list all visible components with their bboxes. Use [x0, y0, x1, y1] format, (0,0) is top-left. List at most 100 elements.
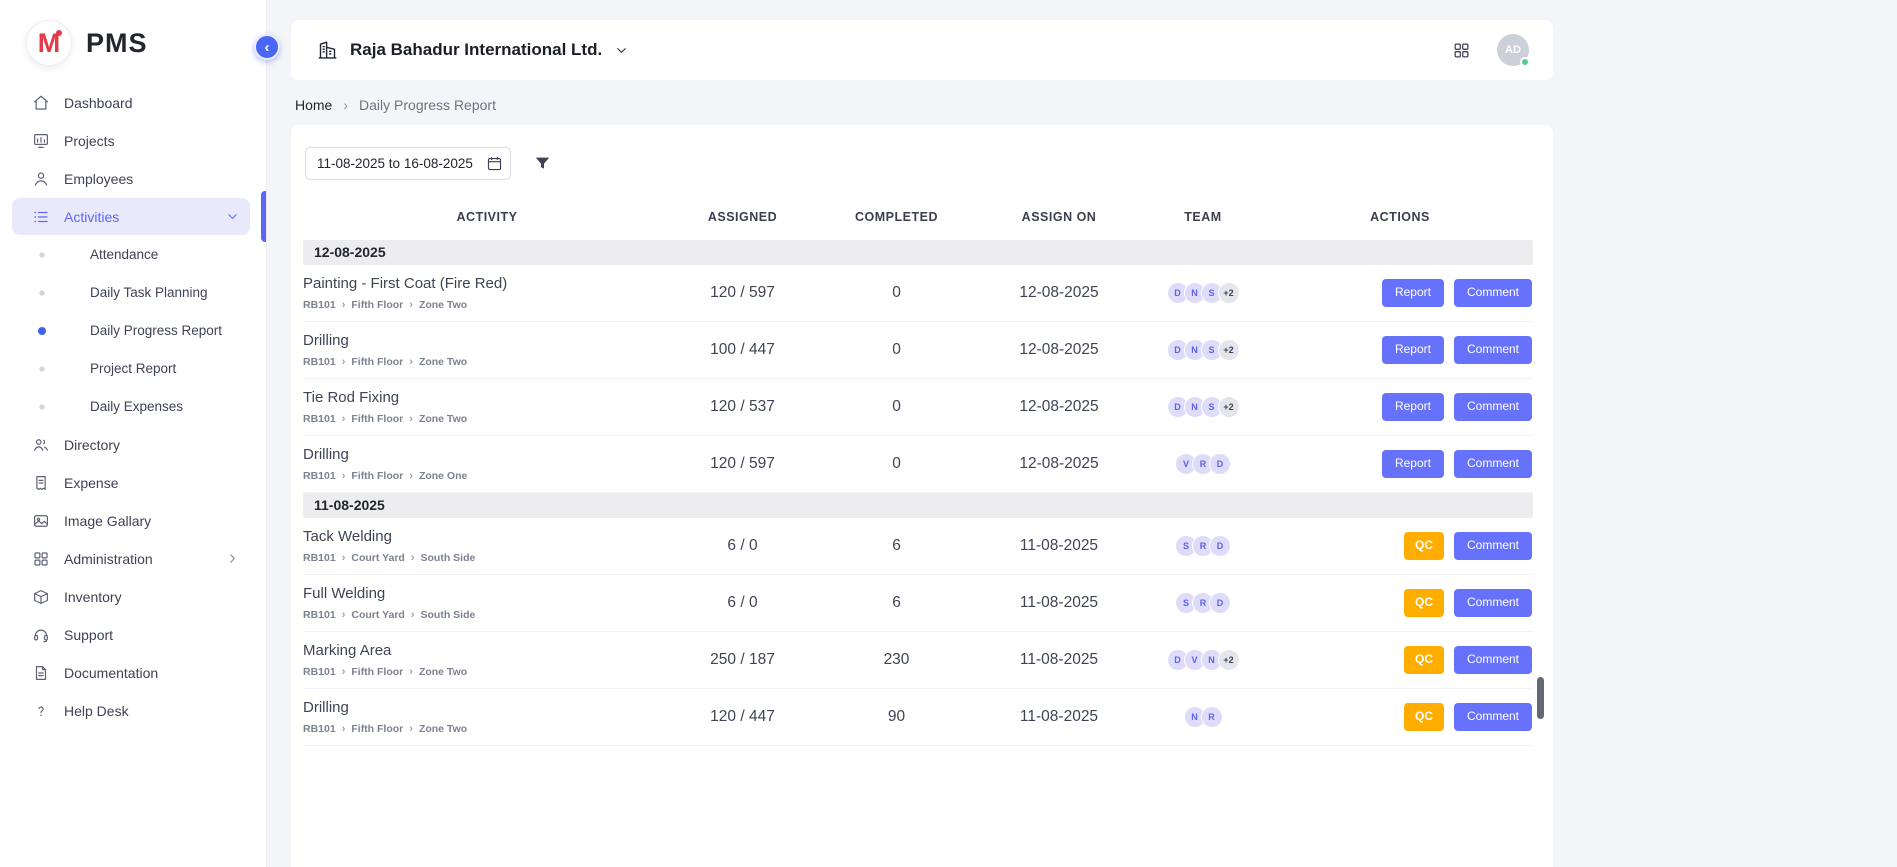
sidebar-subitem-daily-task-planning[interactable]: Daily Task Planning — [12, 274, 250, 311]
qc-button[interactable]: QC — [1404, 646, 1444, 674]
home-icon — [32, 94, 50, 112]
chevron-right-icon: › — [342, 414, 346, 425]
sidebar-subitem-attendance[interactable]: Attendance — [12, 236, 250, 273]
table-row: Tack Welding RB101›Court Yard›South Side… — [303, 518, 1533, 575]
team-avatars: DNS+2 — [1139, 339, 1267, 361]
sidebar-item-label: Dashboard — [64, 95, 133, 111]
row-actions: Report Comment — [1267, 450, 1533, 478]
activity-path: RB101›Fifth Floor›Zone One — [303, 470, 671, 482]
team-avatar: D — [1209, 535, 1231, 557]
app-name: PMS — [86, 28, 148, 59]
user-avatar[interactable]: AD — [1497, 34, 1529, 66]
sidebar-item-administration[interactable]: Administration — [12, 540, 250, 577]
path-segment: RB101 — [303, 666, 336, 678]
sidebar-item-inventory[interactable]: Inventory — [12, 578, 250, 615]
sidebar-item-label: Administration — [64, 551, 153, 567]
sidebar-item-directory[interactable]: Directory — [12, 426, 250, 463]
date-range-input[interactable] — [305, 147, 511, 180]
path-segment: Zone Two — [419, 413, 467, 425]
sidebar-subitem-project-report[interactable]: Project Report — [12, 350, 250, 387]
apps-grid-icon[interactable] — [1452, 41, 1471, 60]
assigned-value: 120 / 447 — [671, 708, 814, 726]
projects-icon — [32, 132, 50, 150]
date-group-row: 12-08-2025 — [303, 240, 1533, 265]
path-segment: Court Yard — [351, 552, 404, 564]
comment-button[interactable]: Comment — [1454, 279, 1532, 307]
breadcrumb-home[interactable]: Home — [295, 97, 332, 113]
chevron-right-icon: › — [409, 724, 413, 735]
path-segment: RB101 — [303, 609, 336, 621]
report-button[interactable]: Report — [1382, 279, 1444, 307]
assign-on-value: 12-08-2025 — [979, 455, 1139, 473]
sidebar-item-label: Image Gallary — [64, 513, 151, 529]
comment-button[interactable]: Comment — [1454, 450, 1532, 478]
comment-button[interactable]: Comment — [1454, 532, 1532, 560]
sidebar-item-label: Support — [64, 627, 113, 643]
path-segment: Court Yard — [351, 609, 404, 621]
inventory-icon — [32, 588, 50, 606]
column-header-assigned: ASSIGNED — [671, 210, 814, 224]
sidebar-item-documentation[interactable]: Documentation — [12, 654, 250, 691]
column-header-assign-on: ASSIGN ON — [979, 210, 1139, 224]
sidebar-item-dashboard[interactable]: Dashboard — [12, 84, 250, 121]
table-row: Marking Area RB101›Fifth Floor›Zone Two … — [303, 632, 1533, 689]
team-avatar: D — [1209, 592, 1231, 614]
bullet-icon — [39, 290, 44, 295]
bullet-icon — [39, 366, 44, 371]
sidebar-subitem-daily-progress-report[interactable]: Daily Progress Report — [12, 312, 250, 349]
gallery-icon — [32, 512, 50, 530]
report-button[interactable]: Report — [1382, 393, 1444, 421]
calendar-icon[interactable] — [486, 155, 503, 172]
report-button[interactable]: Report — [1382, 450, 1444, 478]
sidebar-item-activities[interactable]: Activities — [12, 198, 250, 235]
qc-button[interactable]: QC — [1404, 589, 1444, 617]
sidebar-item-expense[interactable]: Expense — [12, 464, 250, 501]
assigned-value: 100 / 447 — [671, 341, 814, 359]
activity-cell: Drilling RB101›Fifth Floor›Zone Two — [303, 332, 671, 368]
row-actions: QC Comment — [1267, 532, 1533, 560]
qc-button[interactable]: QC — [1404, 703, 1444, 731]
sidebar-item-employees[interactable]: Employees — [12, 160, 250, 197]
activity-path: RB101›Court Yard›South Side — [303, 609, 671, 621]
chevron-right-icon: › — [342, 300, 346, 311]
activities-icon — [32, 208, 50, 226]
path-segment: South Side — [421, 609, 476, 621]
chevron-right-icon: › — [409, 414, 413, 425]
filter-icon[interactable] — [533, 154, 552, 173]
comment-button[interactable]: Comment — [1454, 336, 1532, 364]
report-button[interactable]: Report — [1382, 336, 1444, 364]
path-segment: Fifth Floor — [351, 299, 403, 311]
online-status-dot — [1520, 57, 1530, 67]
comment-button[interactable]: Comment — [1454, 393, 1532, 421]
sidebar-item-support[interactable]: Support — [12, 616, 250, 653]
completed-value: 0 — [814, 341, 979, 359]
company-selector[interactable]: Raja Bahadur International Ltd. — [317, 40, 629, 61]
row-actions: Report Comment — [1267, 393, 1533, 421]
chevron-right-icon: › — [411, 610, 415, 621]
comment-button[interactable]: Comment — [1454, 703, 1532, 731]
sidebar-item-projects[interactable]: Projects — [12, 122, 250, 159]
help-icon — [32, 702, 50, 720]
sidebar-item-label: Employees — [64, 171, 133, 187]
path-segment: RB101 — [303, 470, 336, 482]
activity-name: Drilling — [303, 332, 671, 349]
comment-button[interactable]: Comment — [1454, 646, 1532, 674]
sidebar-collapse-button[interactable]: ‹ — [254, 34, 280, 60]
filter-row — [305, 147, 1533, 180]
sidebar-item-label: Help Desk — [64, 703, 129, 719]
sidebar-item-help-desk[interactable]: Help Desk — [12, 692, 250, 729]
sidebar-subitem-daily-expenses[interactable]: Daily Expenses — [12, 388, 250, 425]
comment-button[interactable]: Comment — [1454, 589, 1532, 617]
activity-cell: Drilling RB101›Fifth Floor›Zone One — [303, 446, 671, 482]
completed-value: 0 — [814, 455, 979, 473]
sidebar-item-image-gallary[interactable]: Image Gallary — [12, 502, 250, 539]
logo: M PMS — [0, 0, 266, 82]
scrollbar-thumb[interactable] — [1537, 677, 1544, 719]
date-range-field — [305, 147, 511, 180]
team-avatars: SRD — [1139, 592, 1267, 614]
table-row: Drilling RB101›Fifth Floor›Zone One 120 … — [303, 436, 1533, 493]
qc-button[interactable]: QC — [1404, 532, 1444, 560]
chevron-right-icon: › — [409, 357, 413, 368]
assign-on-value: 11-08-2025 — [979, 594, 1139, 612]
row-actions: QC Comment — [1267, 646, 1533, 674]
